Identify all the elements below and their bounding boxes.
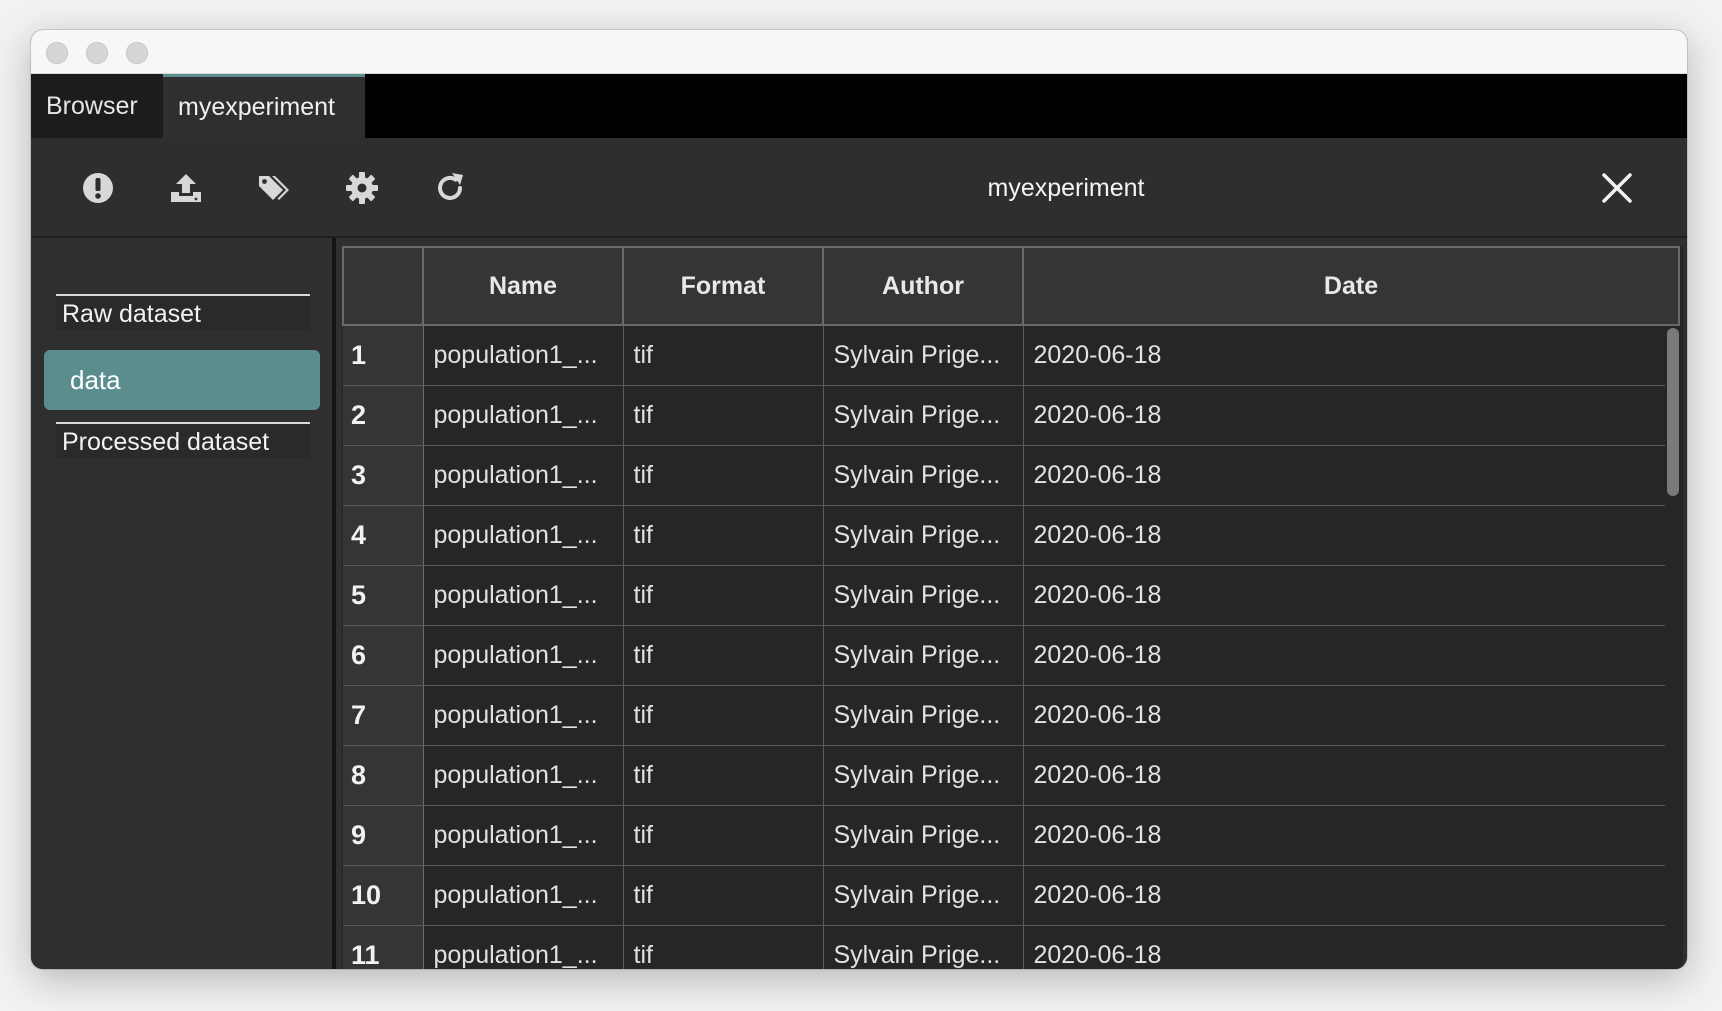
table-row[interactable]: 5 population1_... tif Sylvain Prige... 2…	[343, 565, 1680, 626]
cell-name[interactable]: population1_...	[423, 685, 624, 746]
table-row[interactable]: 2 population1_... tif Sylvain Prige... 2…	[343, 385, 1680, 446]
cell-author[interactable]: Sylvain Prige...	[823, 865, 1024, 926]
cell-author[interactable]: Sylvain Prige...	[823, 565, 1024, 626]
row-number: 1	[343, 325, 424, 386]
cell-date[interactable]: 2020-06-18	[1023, 805, 1680, 866]
column-header-format[interactable]: Format	[622, 246, 824, 326]
cell-author[interactable]: Sylvain Prige...	[823, 505, 1024, 566]
upload-icon[interactable]	[168, 170, 204, 206]
cell-author[interactable]: Sylvain Prige...	[823, 325, 1024, 386]
cell-format[interactable]: tif	[623, 565, 824, 626]
gear-icon[interactable]	[344, 170, 380, 206]
minimize-window-button[interactable]	[86, 42, 108, 64]
cell-date[interactable]: 2020-06-18	[1023, 745, 1680, 806]
column-header-author[interactable]: Author	[822, 246, 1024, 326]
tab-browser[interactable]: Browser	[31, 74, 163, 138]
cell-format[interactable]: tif	[623, 925, 824, 969]
table-row[interactable]: 4 population1_... tif Sylvain Prige... 2…	[343, 505, 1680, 566]
column-header-index[interactable]	[342, 246, 424, 326]
tab-myexperiment[interactable]: myexperiment	[163, 74, 365, 138]
cell-format[interactable]: tif	[623, 685, 824, 746]
section-raw-dataset[interactable]: Raw dataset	[56, 294, 310, 330]
close-window-button[interactable]	[46, 42, 68, 64]
cell-name[interactable]: population1_...	[423, 625, 624, 686]
row-number: 7	[343, 685, 424, 746]
cell-date[interactable]: 2020-06-18	[1023, 385, 1680, 446]
cell-format[interactable]: tif	[623, 385, 824, 446]
cell-format[interactable]: tif	[623, 325, 824, 386]
cell-name[interactable]: population1_...	[423, 925, 624, 969]
cell-author[interactable]: Sylvain Prige...	[823, 445, 1024, 506]
column-header-date[interactable]: Date	[1022, 246, 1680, 326]
cell-name[interactable]: population1_...	[423, 865, 624, 926]
cell-name[interactable]: population1_...	[423, 325, 624, 386]
cell-name[interactable]: population1_...	[423, 505, 624, 566]
table-scrollbar-thumb[interactable]	[1667, 328, 1679, 496]
title-bar	[31, 30, 1687, 74]
close-icon[interactable]	[1599, 170, 1635, 206]
cell-date[interactable]: 2020-06-18	[1023, 445, 1680, 506]
cell-author[interactable]: Sylvain Prige...	[823, 745, 1024, 806]
row-number: 6	[343, 625, 424, 686]
cell-name[interactable]: population1_...	[423, 445, 624, 506]
cell-name[interactable]: population1_...	[423, 745, 624, 806]
table-row[interactable]: 11 population1_... tif Sylvain Prige... …	[343, 925, 1680, 969]
row-number: 2	[343, 385, 424, 446]
row-number: 4	[343, 505, 424, 566]
row-number: 9	[343, 805, 424, 866]
cell-date[interactable]: 2020-06-18	[1023, 685, 1680, 746]
data-table-container: Name Format Author Date 1 population1_..…	[342, 246, 1683, 969]
table-row[interactable]: 7 population1_... tif Sylvain Prige... 2…	[343, 685, 1680, 746]
sidebar: Raw dataset data Processed dataset	[31, 238, 332, 969]
cell-format[interactable]: tif	[623, 625, 824, 686]
cell-name[interactable]: population1_...	[423, 385, 624, 446]
cell-date[interactable]: 2020-06-18	[1023, 865, 1680, 926]
row-number: 5	[343, 565, 424, 626]
table-header-row: Name Format Author Date	[342, 246, 1680, 326]
table-row[interactable]: 1 population1_... tif Sylvain Prige... 2…	[343, 325, 1680, 386]
splitter-handle[interactable]	[332, 238, 336, 969]
section-processed-dataset[interactable]: Processed dataset	[56, 422, 310, 458]
row-number: 3	[343, 445, 424, 506]
cell-date[interactable]: 2020-06-18	[1023, 625, 1680, 686]
cell-format[interactable]: tif	[623, 745, 824, 806]
table-row[interactable]: 3 population1_... tif Sylvain Prige... 2…	[343, 445, 1680, 506]
cell-format[interactable]: tif	[623, 805, 824, 866]
table-row[interactable]: 8 population1_... tif Sylvain Prige... 2…	[343, 745, 1680, 806]
data-table: Name Format Author Date 1 population1_..…	[342, 246, 1680, 969]
toolbar: myexperiment	[31, 138, 1687, 238]
cell-name[interactable]: population1_...	[423, 805, 624, 866]
cell-format[interactable]: tif	[623, 445, 824, 506]
cell-format[interactable]: tif	[623, 865, 824, 926]
tab-bar: Browser myexperiment	[31, 74, 1687, 138]
refresh-icon[interactable]	[432, 170, 468, 206]
table-body: 1 population1_... tif Sylvain Prige... 2…	[343, 325, 1680, 969]
cell-author[interactable]: Sylvain Prige...	[823, 385, 1024, 446]
cell-name[interactable]: population1_...	[423, 565, 624, 626]
row-number: 11	[343, 925, 424, 969]
sidebar-item-data[interactable]: data	[44, 350, 320, 410]
cell-author[interactable]: Sylvain Prige...	[823, 625, 1024, 686]
table-row[interactable]: 10 population1_... tif Sylvain Prige... …	[343, 865, 1680, 926]
table-row[interactable]: 9 population1_... tif Sylvain Prige... 2…	[343, 805, 1680, 866]
zoom-window-button[interactable]	[126, 42, 148, 64]
alert-icon[interactable]	[80, 170, 116, 206]
row-number: 8	[343, 745, 424, 806]
cell-author[interactable]: Sylvain Prige...	[823, 685, 1024, 746]
app-window: Browser myexperiment myexperiment Raw da…	[31, 30, 1687, 969]
cell-date[interactable]: 2020-06-18	[1023, 925, 1680, 969]
cell-format[interactable]: tif	[623, 505, 824, 566]
row-number: 10	[343, 865, 424, 926]
cell-date[interactable]: 2020-06-18	[1023, 505, 1680, 566]
tags-icon[interactable]	[256, 170, 292, 206]
table-row[interactable]: 6 population1_... tif Sylvain Prige... 2…	[343, 625, 1680, 686]
cell-author[interactable]: Sylvain Prige...	[823, 805, 1024, 866]
column-header-name[interactable]: Name	[422, 246, 624, 326]
panel-title: myexperiment	[987, 174, 1145, 202]
cell-date[interactable]: 2020-06-18	[1023, 325, 1680, 386]
cell-author[interactable]: Sylvain Prige...	[823, 925, 1024, 969]
cell-date[interactable]: 2020-06-18	[1023, 565, 1680, 626]
